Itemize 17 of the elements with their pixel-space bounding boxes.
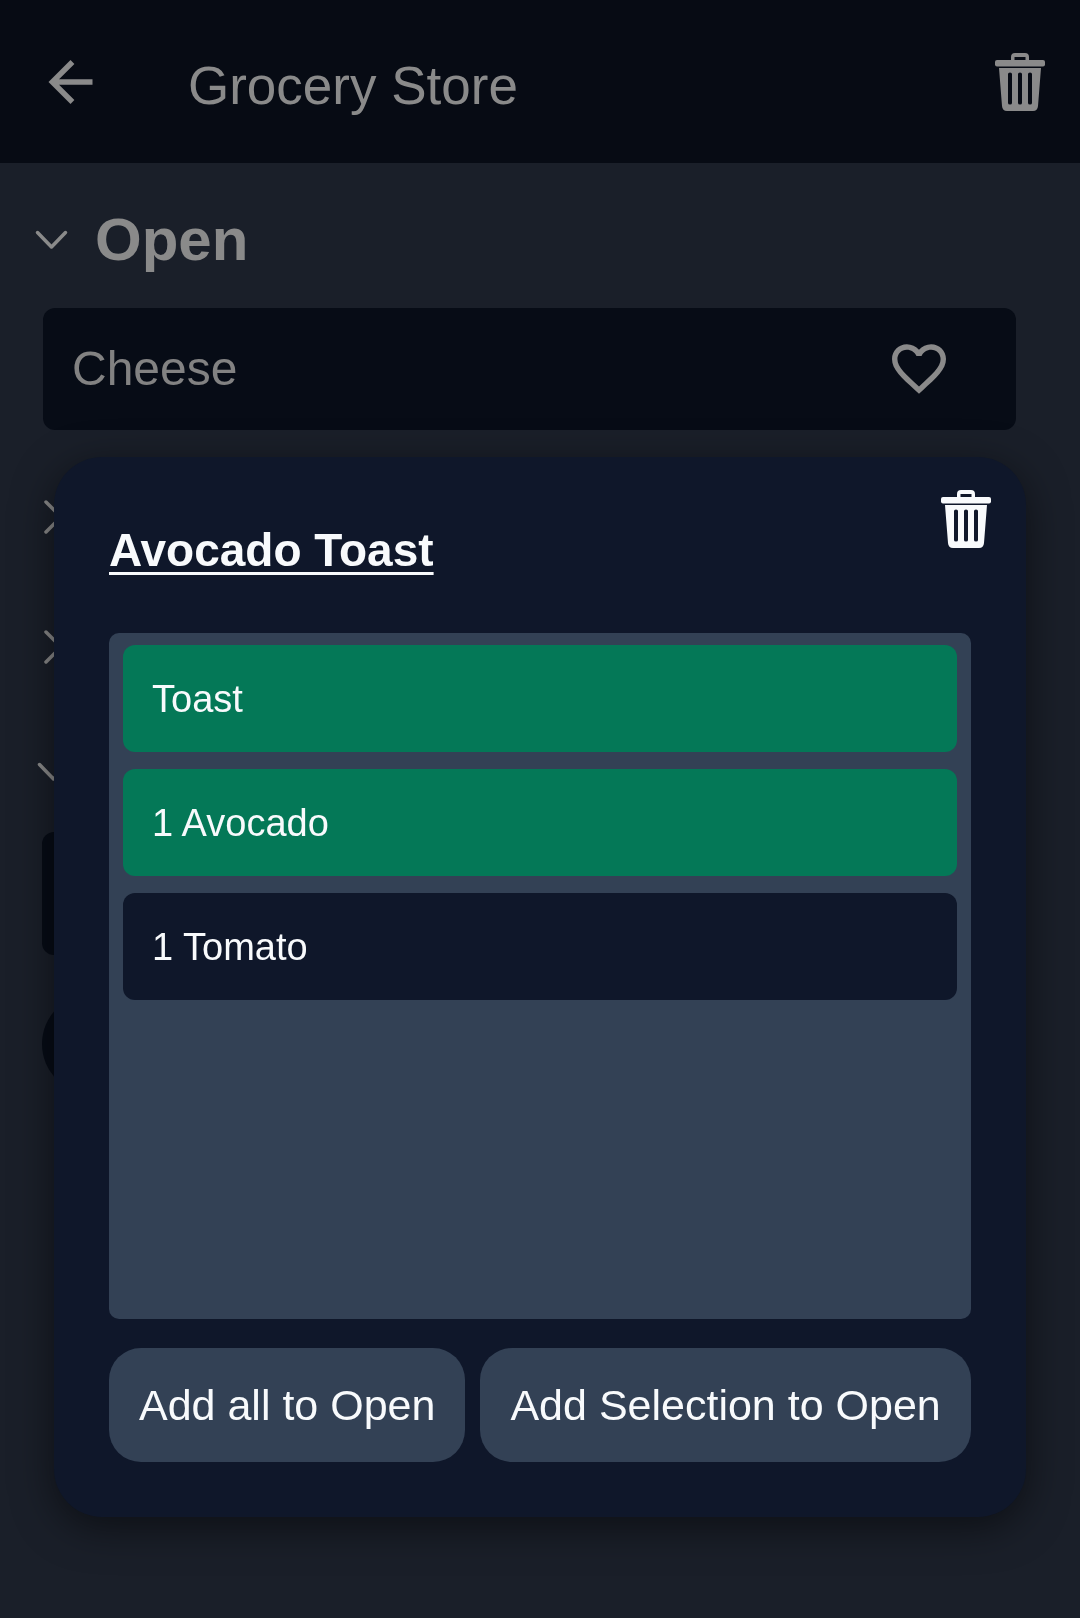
item-name: Cheese <box>72 345 238 393</box>
ingredient-item[interactable]: 1 Tomato <box>123 893 957 1000</box>
ingredient-item[interactable]: 1 Avocado <box>123 769 957 876</box>
dialog-title: Avocado Toast <box>109 527 434 573</box>
trash-icon[interactable] <box>995 52 1045 111</box>
chevron-down-icon[interactable] <box>35 230 68 250</box>
chevron-down-icon[interactable] <box>37 762 54 782</box>
heart-icon[interactable] <box>892 344 946 394</box>
action-button[interactable]: Add Selection to Open <box>480 1348 971 1462</box>
chevron-right-icon[interactable] <box>44 630 54 664</box>
trash-icon[interactable] <box>941 490 991 548</box>
section-title: Open <box>95 210 249 270</box>
action-button[interactable]: Add all to Open <box>109 1348 466 1462</box>
item-card[interactable]: Cheese <box>43 308 1016 430</box>
back-arrow-icon[interactable] <box>48 59 93 104</box>
ingredient-item[interactable]: Toast <box>123 645 957 752</box>
chevron-right-icon[interactable] <box>44 500 54 534</box>
